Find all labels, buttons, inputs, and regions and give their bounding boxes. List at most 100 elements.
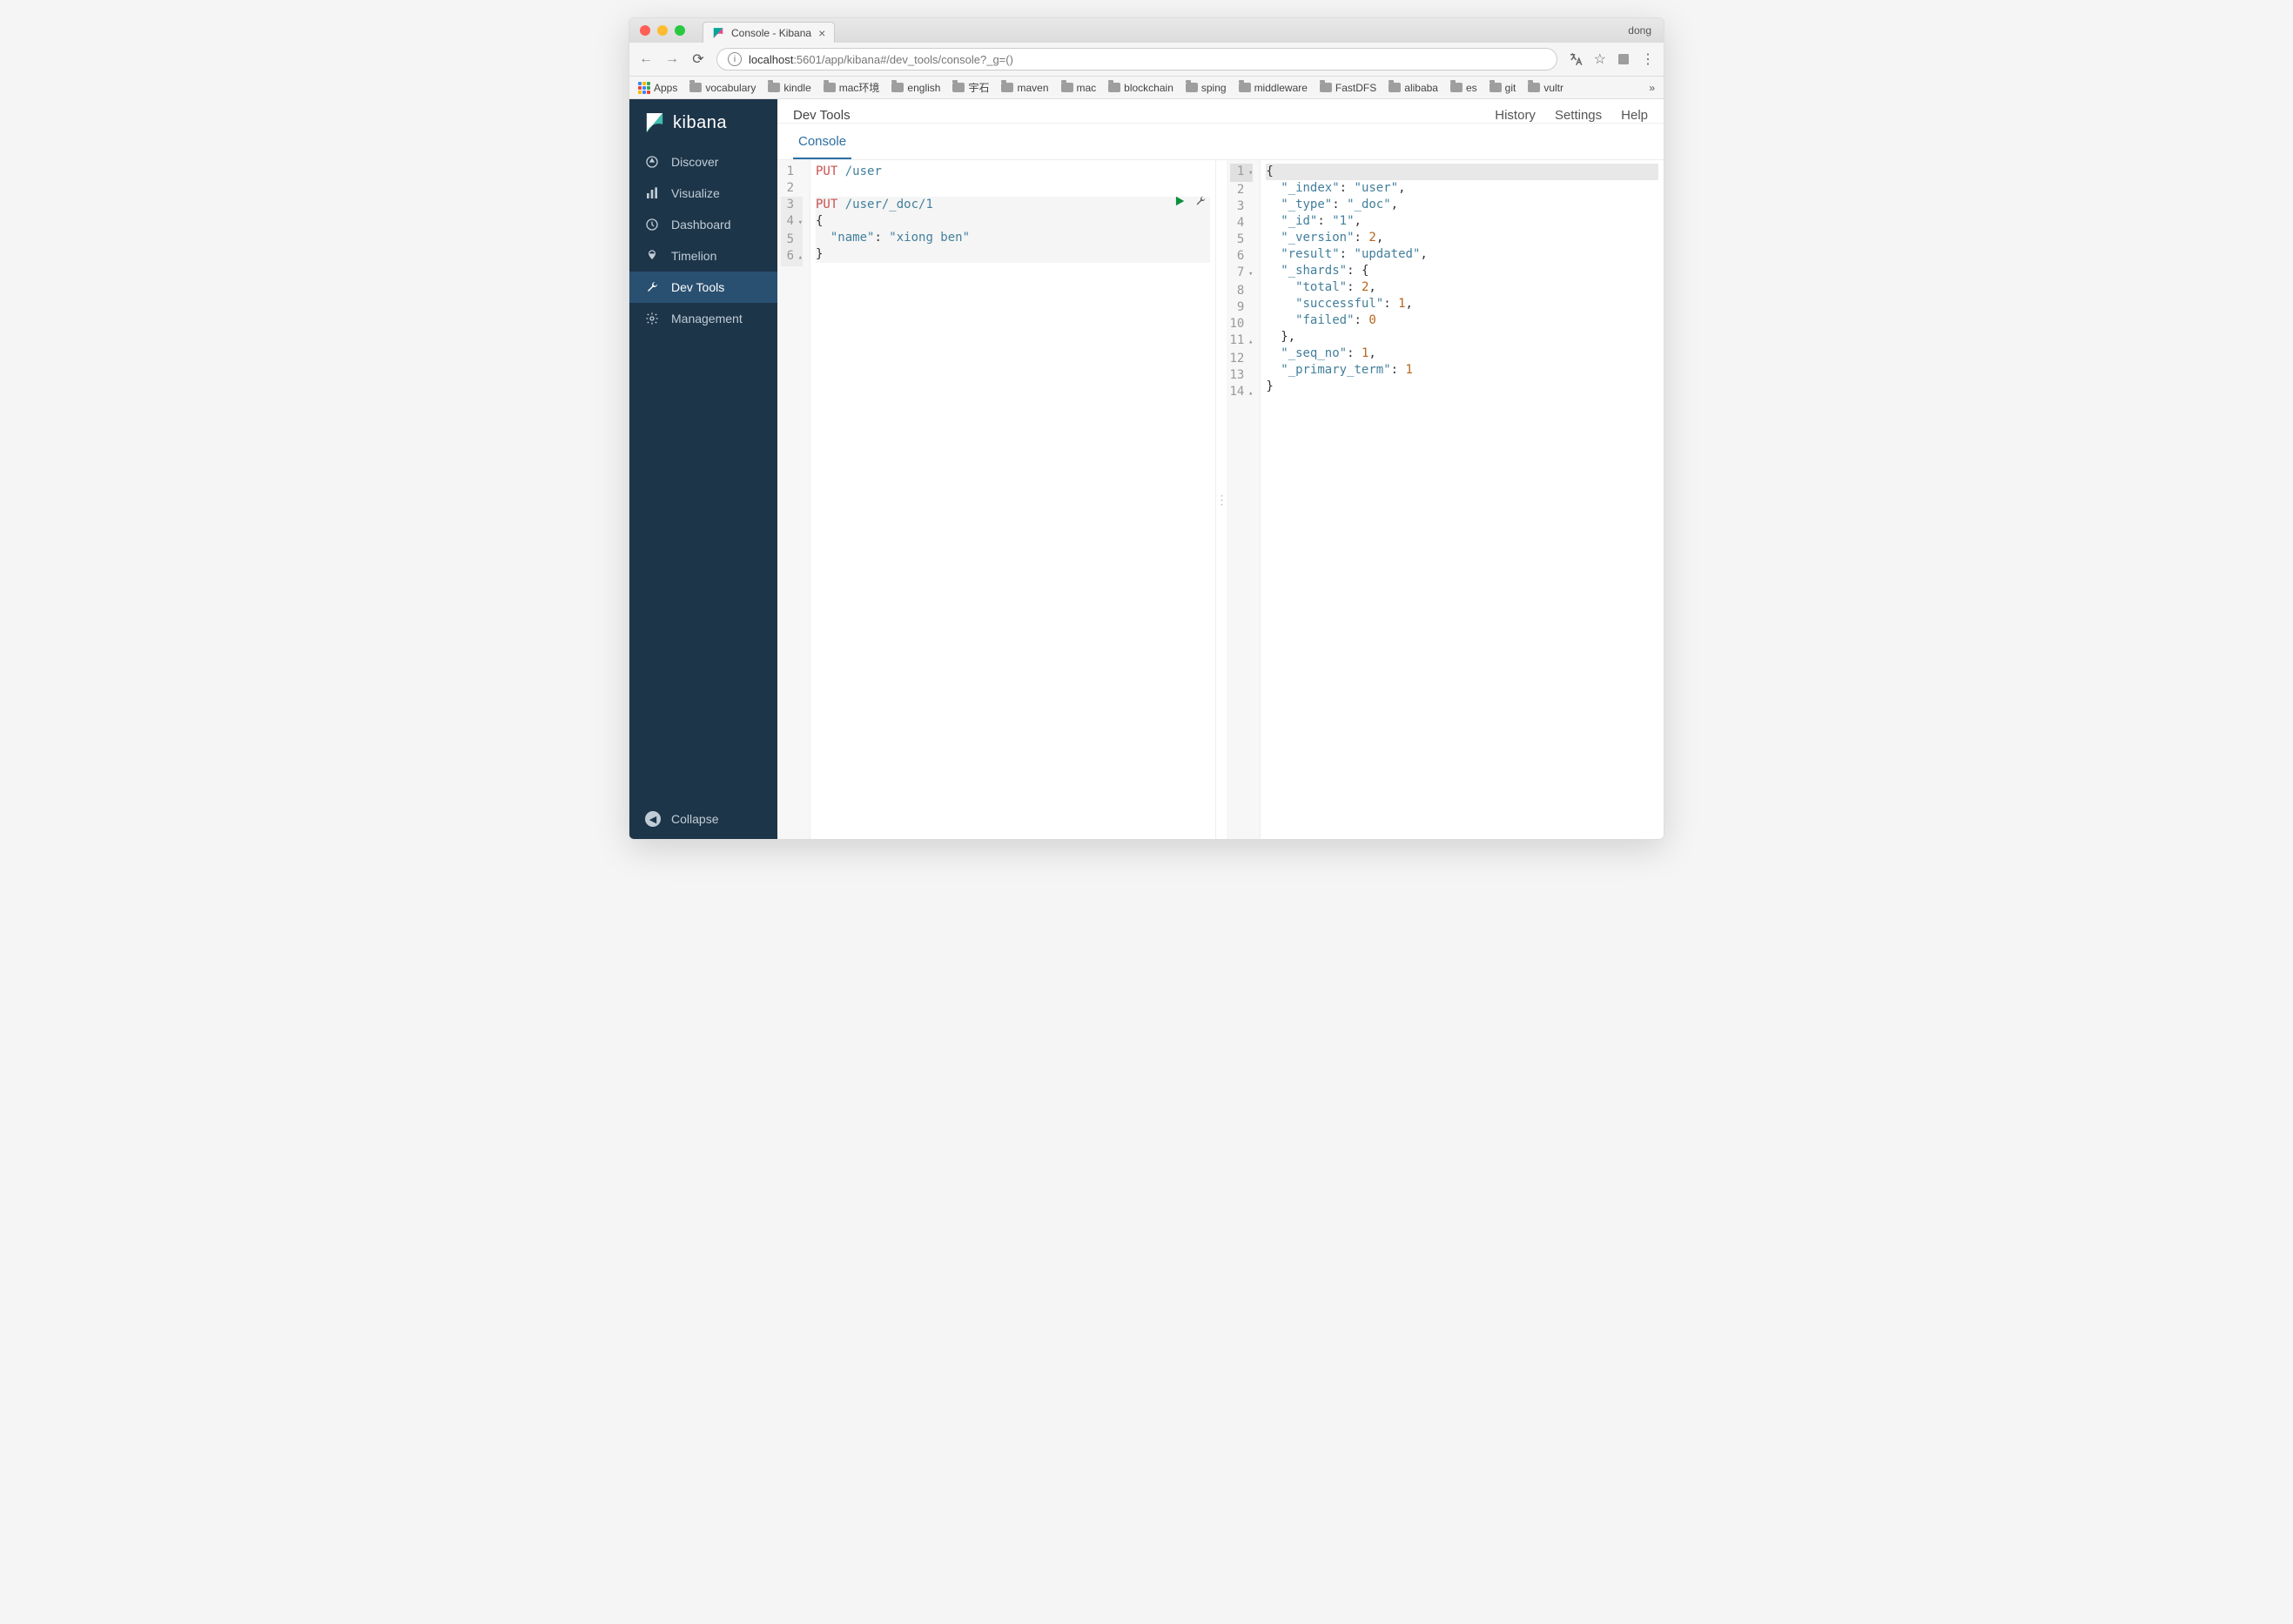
response-line: "result": "updated",	[1266, 246, 1658, 263]
response-line: "_index": "user",	[1266, 180, 1658, 197]
titlebar: Console - Kibana × dong	[629, 18, 1664, 43]
reload-button[interactable]: ⟳	[690, 50, 706, 68]
translate-icon[interactable]	[1568, 51, 1584, 67]
code-line[interactable]	[816, 180, 1210, 197]
close-window-button[interactable]	[640, 25, 650, 36]
bookmark-label: vocabulary	[705, 82, 756, 94]
apps-shortcut[interactable]: Apps	[638, 82, 677, 94]
bookmark-item[interactable]: 宇石	[952, 80, 989, 95]
editor-gutter: 1234▾56▴	[777, 160, 810, 839]
bookmark-item[interactable]: mac	[1061, 82, 1097, 94]
help-link[interactable]: Help	[1621, 108, 1648, 123]
bookmark-label: english	[907, 82, 940, 94]
code-line[interactable]: {	[816, 213, 1210, 230]
address-bar[interactable]: i localhost:5601/app/kibana#/dev_tools/c…	[716, 48, 1557, 70]
forward-button[interactable]: →	[664, 51, 680, 67]
pane-divider[interactable]: ⋮	[1216, 160, 1227, 839]
folder-icon	[1489, 83, 1502, 92]
folder-icon	[824, 83, 836, 92]
history-link[interactable]: History	[1495, 108, 1536, 123]
response-line: "_primary_term": 1	[1266, 362, 1658, 379]
sidebar-item-label: Discover	[671, 155, 718, 169]
folder-icon	[1389, 83, 1401, 92]
folder-icon	[689, 83, 702, 92]
collapse-label: Collapse	[671, 812, 718, 826]
kibana-logo[interactable]: kibana	[629, 99, 777, 146]
timelion-icon	[645, 249, 659, 263]
tab-console[interactable]: Console	[793, 124, 851, 159]
bookmark-label: es	[1466, 82, 1477, 94]
code-line[interactable]: }	[816, 246, 1210, 263]
sidebar-item-timelion[interactable]: Timelion	[629, 240, 777, 272]
response-line: "_version": 2,	[1266, 230, 1658, 246]
bookmark-item[interactable]: mac环境	[824, 80, 880, 95]
bookmark-item[interactable]: vocabulary	[689, 82, 756, 94]
sidebar-item-dashboard[interactable]: Dashboard	[629, 209, 777, 240]
response-viewer[interactable]: 1▾234567▾891011▴121314▴ { "_index": "use…	[1227, 160, 1664, 839]
bookmark-item[interactable]: git	[1489, 82, 1516, 94]
bookmark-item[interactable]: vultr	[1528, 82, 1563, 94]
folder-icon	[1528, 83, 1540, 92]
response-gutter: 1▾234567▾891011▴121314▴	[1227, 160, 1261, 839]
bookmark-label: alibaba	[1404, 82, 1438, 94]
bookmark-item[interactable]: sping	[1186, 82, 1227, 94]
code-line[interactable]: "name": "xiong ben"	[816, 230, 1210, 246]
sidebar-item-label: Management	[671, 312, 743, 325]
close-tab-icon[interactable]: ×	[818, 26, 825, 40]
bookmark-label: vultr	[1543, 82, 1563, 94]
bookmark-item[interactable]: FastDFS	[1320, 82, 1376, 94]
bookmark-item[interactable]: kindle	[768, 82, 810, 94]
bookmark-item[interactable]: alibaba	[1389, 82, 1438, 94]
dashboard-icon	[645, 218, 659, 232]
folder-icon	[768, 83, 780, 92]
star-icon[interactable]: ☆	[1594, 50, 1606, 68]
folder-icon	[891, 83, 904, 92]
bookmark-item[interactable]: blockchain	[1108, 82, 1173, 94]
sidebar-item-label: Visualize	[671, 186, 720, 200]
kibana-logo-icon	[645, 111, 664, 134]
code-line[interactable]: PUT /user/_doc/1	[816, 197, 1210, 213]
bookmark-item[interactable]: middleware	[1239, 82, 1308, 94]
editor-code[interactable]: PUT /user PUT /user/_doc/1{ "name": "xio…	[810, 160, 1215, 839]
play-icon[interactable]	[1173, 195, 1186, 207]
sidebar-item-visualize[interactable]: Visualize	[629, 178, 777, 209]
sidebar-item-management[interactable]: Management	[629, 303, 777, 334]
bookmark-label: mac	[1077, 82, 1097, 94]
main-header: Dev Tools History Settings Help	[777, 99, 1664, 124]
response-line: "_seq_no": 1,	[1266, 346, 1658, 362]
minimize-window-button[interactable]	[657, 25, 668, 36]
bookmarks-overflow-icon[interactable]: »	[1649, 82, 1655, 94]
folder-icon	[1320, 83, 1332, 92]
browser-tab[interactable]: Console - Kibana ×	[703, 22, 835, 43]
tab-title: Console - Kibana	[731, 27, 811, 39]
sidebar-item-dev-tools[interactable]: Dev Tools	[629, 272, 777, 303]
address-text: localhost:5601/app/kibana#/dev_tools/con…	[749, 53, 1013, 66]
bookmark-label: blockchain	[1124, 82, 1173, 94]
bookmark-item[interactable]: maven	[1001, 82, 1048, 94]
response-code: { "_index": "user", "_type": "_doc", "_i…	[1261, 160, 1664, 839]
menu-icon[interactable]: ⋮	[1641, 50, 1655, 68]
folder-icon	[1061, 83, 1073, 92]
settings-link[interactable]: Settings	[1555, 108, 1602, 123]
site-info-icon[interactable]: i	[728, 52, 742, 66]
extension-icon[interactable]	[1617, 52, 1631, 66]
maximize-window-button[interactable]	[675, 25, 685, 36]
header-links: History Settings Help	[1495, 108, 1648, 123]
back-button[interactable]: ←	[638, 51, 654, 67]
bookmark-item[interactable]: es	[1450, 82, 1477, 94]
collapse-button[interactable]: ◀ Collapse	[629, 799, 777, 839]
request-editor[interactable]: 1234▾56▴ PUT /user PUT /user/_doc/1{ "na…	[777, 160, 1216, 839]
response-line: "_type": "_doc",	[1266, 197, 1658, 213]
kibana-app: kibana Discover Visualize DashboardTimelio…	[629, 99, 1664, 839]
folder-icon	[952, 83, 965, 92]
console-panes: 1234▾56▴ PUT /user PUT /user/_doc/1{ "na…	[777, 160, 1664, 839]
sidebar-item-discover[interactable]: Discover	[629, 146, 777, 178]
response-line: "total": 2,	[1266, 279, 1658, 296]
response-line: "successful": 1,	[1266, 296, 1658, 312]
profile-name[interactable]: dong	[1628, 24, 1651, 37]
wrench-icon[interactable]	[1194, 195, 1207, 207]
code-line[interactable]: PUT /user	[816, 164, 1210, 180]
bookmark-item[interactable]: english	[891, 82, 940, 94]
bookmark-label: mac环境	[839, 80, 880, 95]
folder-icon	[1239, 83, 1251, 92]
